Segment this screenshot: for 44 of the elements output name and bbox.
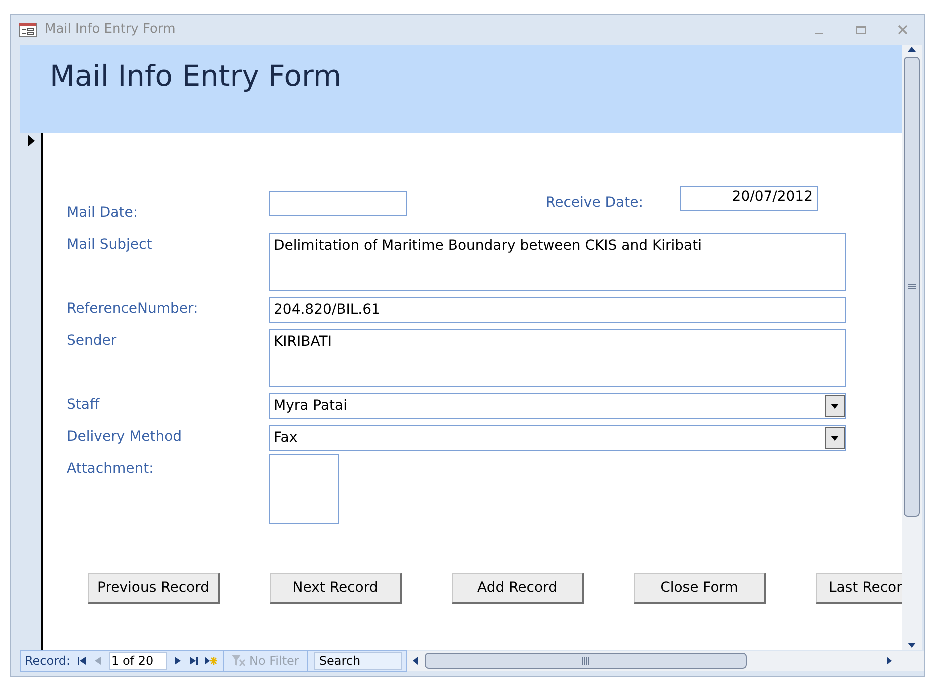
horizontal-scrollbar[interactable]: [407, 651, 924, 671]
first-record-icon[interactable]: [76, 656, 87, 666]
dropdown-icon[interactable]: [825, 427, 845, 449]
field-label: Receive Date:: [546, 194, 644, 213]
field-label: Sender: [67, 332, 118, 351]
form-icon: [19, 23, 37, 37]
attachment-field[interactable]: [269, 454, 339, 524]
text-field[interactable]: KIRIBATI: [269, 329, 846, 387]
field-label: ReferenceNumber:: [67, 300, 200, 319]
form-button[interactable]: Next Record: [270, 573, 402, 604]
grip-icon: [582, 657, 590, 665]
record-label: Record:: [25, 653, 71, 670]
scroll-thumb[interactable]: [425, 653, 748, 669]
text-field[interactable]: 204.820/BIL.61: [269, 297, 846, 323]
form-button[interactable]: Previous Record: [88, 573, 220, 604]
form-button[interactable]: Add Record: [452, 573, 584, 604]
dropdown-icon[interactable]: [825, 395, 845, 417]
field-label: Attachment:: [67, 460, 155, 479]
combo-box[interactable]: Fax: [269, 425, 846, 451]
receive-date-field[interactable]: 20/07/2012: [680, 186, 818, 211]
field-label: Delivery Method: [67, 428, 184, 447]
current-record-icon: [26, 135, 34, 147]
record-position-field[interactable]: 1 of 20: [108, 652, 167, 670]
search-field[interactable]: Search: [314, 652, 402, 670]
form-button[interactable]: Close Form: [634, 573, 766, 604]
next-record-icon[interactable]: [172, 656, 183, 666]
window-title: Mail Info Entry Form: [45, 21, 176, 40]
grip-icon: [908, 284, 916, 290]
field-label: Staff: [67, 396, 101, 415]
scroll-thumb[interactable]: [904, 57, 920, 517]
field-label: Mail Subject: [67, 236, 154, 255]
combo-box[interactable]: Myra Patai: [269, 393, 846, 419]
mail-date-field[interactable]: [269, 191, 407, 216]
new-record-icon[interactable]: [204, 656, 217, 666]
form-button[interactable]: Last Recor: [816, 573, 902, 604]
filter-icon: [232, 655, 246, 667]
scroll-right-icon[interactable]: [884, 656, 894, 666]
scroll-up-icon[interactable]: [907, 45, 917, 55]
last-record-icon[interactable]: [188, 656, 199, 666]
vertical-scrollbar[interactable]: [902, 45, 922, 650]
field-label: Mail Date:: [67, 204, 140, 223]
text-field[interactable]: Delimitation of Maritime Boundary between CKIS and Kiribati: [269, 233, 846, 291]
form-title: Mail Info Entry Form: [50, 59, 342, 93]
record-selector[interactable]: [20, 133, 43, 650]
